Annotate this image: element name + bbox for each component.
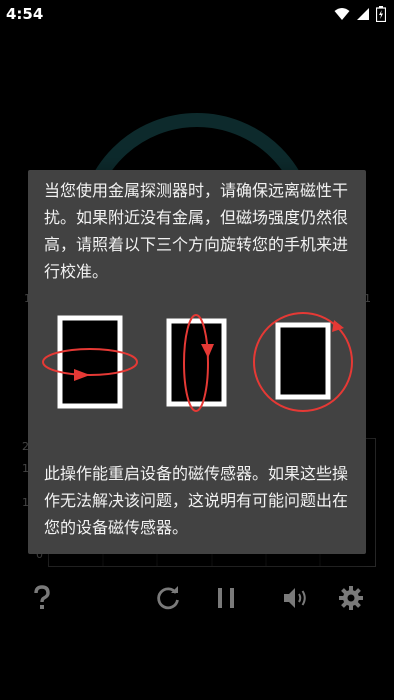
rotate-horizontal-icon — [42, 315, 138, 409]
calibration-illustration — [42, 312, 353, 412]
calibration-dialog: 当您使用金属探测器时，请确保远离磁性干扰。如果附近没有金属，但磁场强度仍然很高，… — [28, 170, 366, 554]
status-bar: 4:54 — [0, 0, 394, 28]
status-icons — [334, 6, 386, 22]
pause-button[interactable] — [206, 578, 246, 618]
status-time: 4:54 — [6, 5, 44, 23]
rotate-flat-icon — [253, 312, 353, 412]
refresh-button[interactable] — [148, 578, 188, 618]
pause-icon — [218, 588, 234, 608]
refresh-icon — [157, 586, 179, 610]
settings-button[interactable] — [331, 578, 371, 618]
settings-icon — [339, 586, 363, 610]
battery-icon — [376, 6, 386, 22]
help-icon — [34, 585, 50, 609]
volume-icon — [284, 588, 306, 608]
dialog-outro-text: 此操作能重启设备的磁传感器。如果这些操作无法解决该问题，这说明有可能问题出在您的… — [44, 464, 349, 537]
rotate-vertical-icon — [166, 314, 227, 412]
help-button[interactable] — [22, 578, 62, 618]
volume-button[interactable] — [276, 578, 316, 618]
bottom-toolbar — [0, 578, 394, 618]
signal-icon — [357, 8, 369, 20]
dialog-intro-text: 当您使用金属探测器时，请确保远离磁性干扰。如果附近没有金属，但磁场强度仍然很高，… — [44, 181, 349, 281]
wifi-icon — [334, 8, 350, 20]
